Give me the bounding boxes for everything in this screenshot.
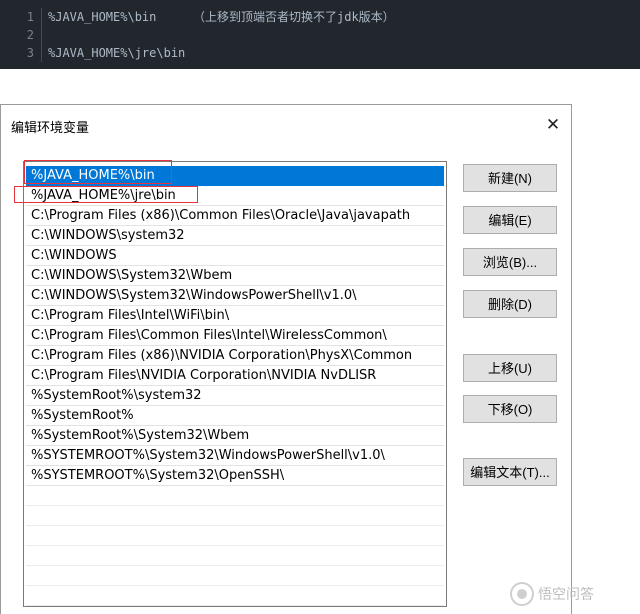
edit-button[interactable]: 编辑(E) bbox=[463, 206, 557, 234]
path-list-item[interactable]: %SystemRoot%\system32 bbox=[26, 386, 444, 406]
path-list-item[interactable]: C:\Program Files (x86)\Common Files\Orac… bbox=[26, 206, 444, 226]
code-comment: （上移到顶端否者切换不了jdk版本） bbox=[193, 10, 395, 24]
path-list-item[interactable]: %JAVA_HOME%\bin bbox=[26, 166, 444, 186]
path-list-item[interactable]: C:\Program Files\Common Files\Intel\Wire… bbox=[26, 326, 444, 346]
empty-list-row bbox=[26, 526, 444, 546]
empty-list-row bbox=[26, 506, 444, 526]
code-text: %JAVA_HOME%\bin bbox=[48, 10, 157, 24]
gutter-divider bbox=[41, 44, 42, 62]
code-text: %JAVA_HOME%\jre\bin bbox=[48, 46, 186, 60]
gutter-divider bbox=[41, 8, 42, 26]
line-number: 1 bbox=[26, 10, 34, 24]
wukong-logo-icon bbox=[510, 582, 534, 606]
path-list-item[interactable]: %SystemRoot%\System32\Wbem bbox=[26, 426, 444, 446]
code-line-1: 1 %JAVA_HOME%\bin （上移到顶端否者切换不了jdk版本） bbox=[0, 8, 640, 26]
delete-button[interactable]: 删除(D) bbox=[463, 290, 557, 318]
edit-text-button[interactable]: 编辑文本(T)... bbox=[463, 458, 557, 486]
path-list-item[interactable]: C:\WINDOWS\system32 bbox=[26, 226, 444, 246]
path-list-item[interactable]: %SYSTEMROOT%\System32\WindowsPowerShell\… bbox=[26, 446, 444, 466]
path-list-item[interactable]: C:\Program Files (x86)\NVIDIA Corporatio… bbox=[26, 346, 444, 366]
code-line-2: 2 bbox=[0, 26, 640, 44]
edit-env-var-dialog: 编辑环境变量 ✕ %JAVA_HOME%\bin %JAVA_HOME%\jre\… bbox=[0, 104, 572, 614]
empty-list-row bbox=[26, 486, 444, 506]
path-list[interactable]: %JAVA_HOME%\bin %JAVA_HOME%\jre\bin C:\Pro… bbox=[23, 161, 447, 607]
move-down-button[interactable]: 下移(O) bbox=[463, 395, 557, 423]
dialog-title: 编辑环境变量 bbox=[11, 121, 90, 136]
empty-list-row bbox=[26, 586, 444, 606]
watermark: 悟空问答 bbox=[510, 580, 594, 608]
code-line-3: 3 %JAVA_HOME%\jre\bin bbox=[0, 44, 640, 62]
empty-list-row bbox=[26, 566, 444, 586]
new-button[interactable]: 新建(N) bbox=[463, 164, 557, 192]
path-list-item[interactable]: C:\Program Files\Intel\WiFi\bin\ bbox=[26, 306, 444, 326]
path-list-item[interactable]: C:\WINDOWS\System32\Wbem bbox=[26, 266, 444, 286]
path-list-item[interactable]: C:\WINDOWS\System32\WindowsPowerShell\v1… bbox=[26, 286, 444, 306]
line-number: 2 bbox=[26, 28, 34, 42]
path-list-item[interactable]: %SYSTEMROOT%\System32\OpenSSH\ bbox=[26, 466, 444, 486]
watermark-text: 悟空问答 bbox=[538, 587, 594, 603]
path-list-item[interactable]: C:\Program Files\NVIDIA Corporation\NVID… bbox=[26, 366, 444, 386]
close-button[interactable]: ✕ bbox=[542, 114, 564, 136]
browse-button[interactable]: 浏览(B)... bbox=[463, 248, 557, 276]
move-up-button[interactable]: 上移(U) bbox=[463, 354, 557, 382]
code-snippet: 1 %JAVA_HOME%\bin （上移到顶端否者切换不了jdk版本） 2 3… bbox=[0, 0, 640, 69]
path-list-item[interactable]: %SystemRoot% bbox=[26, 406, 444, 426]
empty-list-row bbox=[26, 546, 444, 566]
path-list-item[interactable]: C:\WINDOWS bbox=[26, 246, 444, 266]
path-list-item[interactable]: %JAVA_HOME%\jre\bin bbox=[26, 186, 444, 206]
gutter-divider bbox=[41, 26, 42, 44]
line-number: 3 bbox=[26, 46, 34, 60]
